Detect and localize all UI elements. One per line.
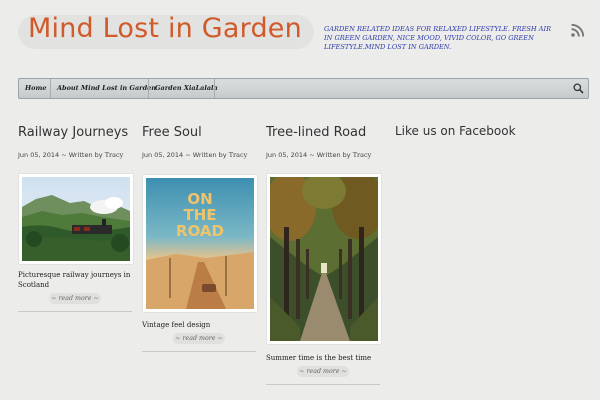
railway-image: [22, 177, 130, 261]
post-excerpt: Picturesque railway journeys in Scotland: [18, 271, 131, 289]
post-author[interactable]: Tracy: [229, 151, 248, 159]
post-date: Jun 05, 2014: [266, 151, 308, 159]
post-excerpt: Summer time is the best time: [266, 354, 372, 362]
post-thumbnail[interactable]: ON THE ROAD: [143, 175, 257, 312]
rss-icon[interactable]: [571, 24, 584, 37]
post-divider: [18, 311, 132, 312]
nav-item-home[interactable]: Home: [19, 79, 53, 98]
post-author[interactable]: Tracy: [353, 151, 372, 159]
tree-lined-road-image: [270, 177, 378, 341]
written-by-label: ~ Written by: [61, 151, 103, 159]
facebook-widget-title: Like us on Facebook: [395, 124, 516, 138]
poster-text-road: ROAD: [176, 222, 224, 240]
post-meta: Jun 05, 2014 ~ Written by Tracy: [18, 151, 123, 159]
post-divider: [266, 384, 380, 385]
post-meta: Jun 05, 2014 ~ Written by Tracy: [142, 151, 247, 159]
post-title[interactable]: Free Soul: [142, 125, 202, 140]
post-excerpt: Vintage feel design: [142, 321, 211, 329]
post-title[interactable]: Railway Journeys: [18, 125, 128, 140]
post-meta: Jun 05, 2014 ~ Written by Tracy: [266, 151, 371, 159]
post-date: Jun 05, 2014: [18, 151, 60, 159]
site-title[interactable]: Mind Lost in Garden: [28, 13, 302, 44]
post-thumbnail[interactable]: [267, 174, 381, 344]
nav-item-about[interactable]: About Mind Lost in Garden: [51, 79, 162, 98]
written-by-label: ~ Written by: [309, 151, 351, 159]
post-date: Jun 05, 2014: [142, 151, 184, 159]
read-more-link[interactable]: ~ read more ~: [297, 366, 349, 377]
on-the-road-poster: ON THE ROAD: [146, 178, 254, 309]
read-more-link[interactable]: ~ read more ~: [173, 333, 225, 344]
nav-item-garden-xialalala[interactable]: Garden XiaLalala: [149, 79, 224, 98]
post-thumbnail[interactable]: [19, 174, 133, 264]
written-by-label: ~ Written by: [185, 151, 227, 159]
post-author[interactable]: Tracy: [105, 151, 124, 159]
nav-divider: [214, 79, 215, 98]
site-tagline: Garden related ideas for relaxed lifesty…: [324, 25, 552, 51]
search-icon[interactable]: [573, 83, 584, 94]
main-navigation: Home About Mind Lost in Garden Garden Xi…: [18, 78, 589, 99]
read-more-link[interactable]: ~ read more ~: [49, 293, 101, 304]
post-title[interactable]: Tree-lined Road: [266, 125, 366, 140]
post-divider: [142, 351, 256, 352]
